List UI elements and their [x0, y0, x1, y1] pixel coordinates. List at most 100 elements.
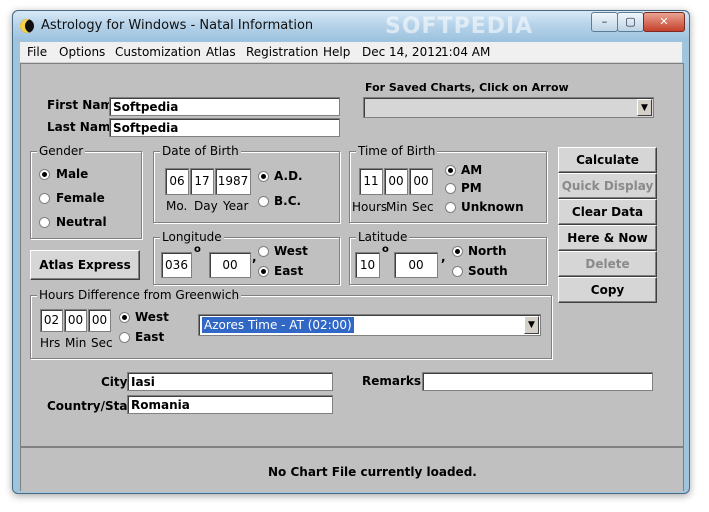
timezone-dropdown[interactable]: Azores Time - AT (02:00) ▼	[198, 314, 541, 336]
latitude-north-radio[interactable]	[452, 246, 463, 257]
longitude-degree-symbol: o	[194, 244, 201, 255]
tob-am-radio[interactable]	[445, 165, 456, 176]
tob-title: Time of Birth	[356, 144, 438, 158]
greenwich-east-label[interactable]: East	[135, 330, 164, 344]
time-of-birth-group: Time of Birth 11 00 00 Hours Min Sec AM …	[349, 144, 547, 223]
here-now-button[interactable]: Here & Now	[558, 225, 657, 251]
last-name-label: Last Name	[47, 120, 119, 134]
era-ad-label[interactable]: A.D.	[274, 169, 303, 183]
longitude-degrees-field[interactable]: 036	[161, 252, 192, 278]
latitude-degrees-field[interactable]: 10	[355, 252, 380, 278]
greenwich-title: Hours Difference from Greenwich	[37, 288, 242, 302]
greenwich-seconds-label: Sec	[91, 336, 113, 350]
latitude-south-radio[interactable]	[452, 266, 463, 277]
dob-year-label: Year	[223, 199, 249, 213]
saved-charts-label: For Saved Charts, Click on Arrow	[365, 81, 569, 94]
longitude-east-radio[interactable]	[258, 266, 269, 277]
tob-sec-field[interactable]: 00	[409, 168, 433, 195]
first-name-field[interactable]: Softpedia	[109, 97, 340, 116]
calculate-button[interactable]: Calculate	[558, 147, 657, 173]
greenwich-offset-group: Hours Difference from Greenwich 02 00 00…	[30, 288, 552, 359]
remarks-field[interactable]	[422, 372, 653, 391]
longitude-east-label[interactable]: East	[274, 264, 303, 278]
gender-neutral-radio[interactable]	[39, 217, 50, 228]
remarks-label: Remarks	[362, 374, 422, 388]
tob-am-label[interactable]: AM	[461, 163, 482, 177]
watermark: SOFTPEDIA	[385, 14, 534, 39]
longitude-minutes-field[interactable]: 00	[209, 252, 251, 278]
greenwich-hours-field[interactable]: 02	[40, 309, 63, 332]
city-label: City	[101, 375, 128, 389]
last-name-field[interactable]: Softpedia	[109, 118, 340, 137]
latitude-degree-symbol: o	[382, 244, 389, 255]
maximize-button[interactable]: ▢	[617, 12, 644, 32]
minimize-button[interactable]: –	[591, 12, 618, 32]
saved-charts-dropdown[interactable]: ▼	[363, 97, 654, 118]
era-ad-radio[interactable]	[258, 171, 269, 182]
natal-form: First Name Softpedia Last Name Softpedia…	[20, 63, 684, 492]
chevron-down-icon[interactable]: ▼	[637, 99, 652, 116]
gender-male-label[interactable]: Male	[56, 167, 88, 181]
dob-year-field[interactable]: 1987	[215, 168, 251, 195]
tob-pm-radio[interactable]	[445, 183, 456, 194]
delete-button[interactable]: Delete	[558, 251, 657, 277]
menu-help[interactable]: Help	[323, 45, 350, 59]
close-button[interactable]: ✕	[643, 12, 685, 32]
timezone-value: Azores Time - AT (02:00)	[202, 317, 354, 333]
chevron-down-icon[interactable]: ▼	[524, 316, 539, 334]
copy-button[interactable]: Copy	[558, 277, 657, 303]
tob-hours-field[interactable]: 11	[359, 168, 383, 195]
title-bar[interactable]: Astrology for Windows - Natal Informatio…	[13, 11, 689, 41]
greenwich-hours-label: Hrs	[40, 336, 61, 350]
tob-hours-label: Hours	[352, 200, 388, 214]
latitude-minutes-field[interactable]: 00	[394, 252, 438, 278]
menu-atlas[interactable]: Atlas	[206, 45, 236, 59]
tob-min-field[interactable]: 00	[384, 168, 408, 195]
app-icon[interactable]	[20, 19, 34, 33]
tob-pm-label[interactable]: PM	[461, 181, 482, 195]
country-state-field[interactable]: Romania	[127, 395, 333, 414]
greenwich-west-radio[interactable]	[119, 312, 130, 323]
greenwich-minutes-field[interactable]: 00	[64, 309, 87, 332]
dob-day-field[interactable]: 17	[190, 168, 214, 195]
menu-time: 1:04 AM	[441, 45, 491, 59]
city-field[interactable]: Iasi	[127, 372, 333, 391]
greenwich-seconds-field[interactable]: 00	[88, 309, 111, 332]
gender-neutral-label[interactable]: Neutral	[56, 215, 107, 229]
latitude-separator: ,	[441, 250, 446, 264]
tob-unknown-label[interactable]: Unknown	[461, 200, 524, 214]
greenwich-west-label[interactable]: West	[135, 310, 169, 324]
greenwich-east-radio[interactable]	[119, 332, 130, 343]
gender-group: Gender Male Female Neutral	[30, 144, 142, 239]
menu-options[interactable]: Options	[59, 45, 105, 59]
latitude-south-label[interactable]: South	[468, 264, 508, 278]
latitude-group: Latitude 10 o 00 , North South	[349, 230, 547, 285]
dob-month-field[interactable]: 06	[165, 168, 189, 195]
gender-title: Gender	[37, 144, 86, 158]
latitude-north-label[interactable]: North	[468, 244, 506, 258]
longitude-west-radio[interactable]	[258, 246, 269, 257]
menu-customization[interactable]: Customization	[115, 45, 201, 59]
era-bc-radio[interactable]	[258, 196, 269, 207]
dob-title: Date of Birth	[160, 144, 241, 158]
longitude-title: Longitude	[160, 230, 224, 244]
tob-unknown-radio[interactable]	[445, 202, 456, 213]
longitude-separator: ,	[252, 250, 257, 264]
menu-registration[interactable]: Registration	[246, 45, 318, 59]
menu-bar: File Options Customization Atlas Registr…	[20, 42, 682, 63]
quick-display-button[interactable]: Quick Display	[558, 173, 657, 199]
tob-sec-label: Sec	[412, 200, 434, 214]
menu-date: Dec 14, 2012	[362, 45, 443, 59]
app-window: Astrology for Windows - Natal Informatio…	[12, 10, 690, 494]
gender-female-label[interactable]: Female	[56, 191, 105, 205]
clear-data-button[interactable]: Clear Data	[558, 199, 657, 225]
window-title: Astrology for Windows - Natal Informatio…	[41, 18, 314, 33]
menu-file[interactable]: File	[27, 45, 47, 59]
atlas-express-button[interactable]: Atlas Express	[30, 250, 140, 280]
gender-female-radio[interactable]	[39, 193, 50, 204]
dob-day-label: Day	[194, 199, 218, 213]
gender-male-radio[interactable]	[39, 169, 50, 180]
latitude-title: Latitude	[356, 230, 410, 244]
era-bc-label[interactable]: B.C.	[274, 194, 301, 208]
longitude-west-label[interactable]: West	[274, 244, 308, 258]
